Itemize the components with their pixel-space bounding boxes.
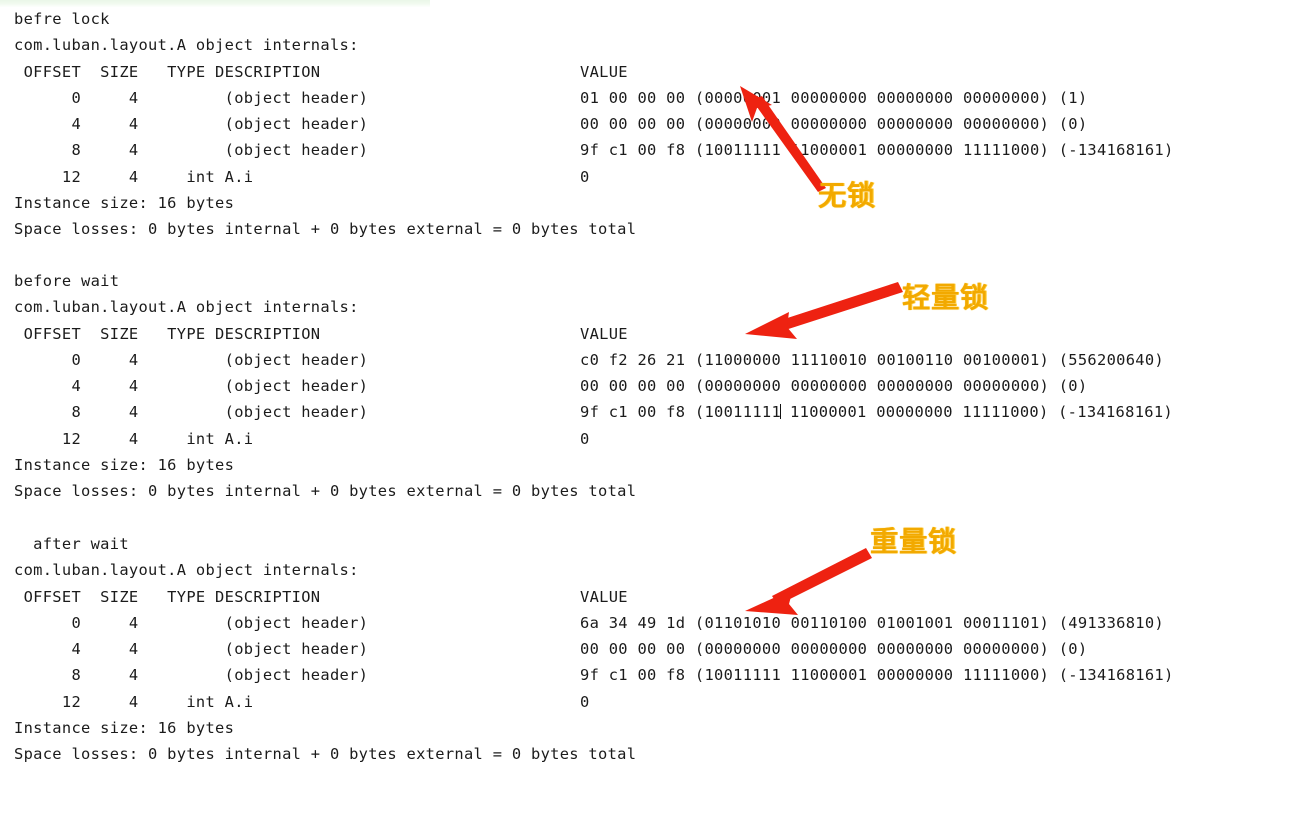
- row-left: 4 4 (object header): [14, 115, 369, 134]
- instance-size-label: Instance size: 16 bytes: [14, 719, 235, 738]
- block-header-line: after wait: [0, 531, 1308, 557]
- row-left: 8 4 (object header): [14, 666, 369, 685]
- console-output: befre lock com.luban.layout.A object int…: [0, 0, 1308, 784]
- jol-output-block: befre lock com.luban.layout.A object int…: [0, 6, 1308, 243]
- class-internals-label: com.luban.layout.A object internals:: [14, 36, 359, 55]
- class-internals-label: com.luban.layout.A object internals:: [14, 298, 359, 317]
- space-losses-label: Space losses: 0 bytes internal + 0 bytes…: [14, 482, 637, 501]
- table-row: 4 4 (object header) 00 00 00 00 (0000000…: [0, 636, 1308, 662]
- row-left: 4 4 (object header): [14, 377, 369, 396]
- row-left: 12 4 int A.i: [14, 429, 254, 448]
- row-left: 0 4 (object header): [14, 613, 369, 632]
- instance-size-line: Instance size: 16 bytes: [0, 715, 1308, 741]
- row-left: 0 4 (object header): [14, 88, 369, 107]
- row-value: 00 00 00 00 (00000000 00000000 00000000 …: [580, 377, 1088, 396]
- column-header-row: OFFSET SIZE TYPE DESCRIPTION VALUE: [0, 59, 1308, 85]
- row-value: 00 00 00 00 (00000000 00000000 00000000 …: [580, 115, 1088, 134]
- row-left: 12 4 int A.i: [14, 167, 254, 186]
- table-row: 8 4 (object header) 9f c1 00 f8 (1001111…: [0, 662, 1308, 688]
- space-losses-line: Space losses: 0 bytes internal + 0 bytes…: [0, 216, 1308, 242]
- block-header-label: befre lock: [14, 10, 110, 28]
- text-caret: [780, 404, 782, 420]
- table-row: 8 4 (object header) 9f c1 00 f8 (1001111…: [0, 399, 1308, 425]
- class-internals-line: com.luban.layout.A object internals:: [0, 557, 1308, 583]
- column-header-left: OFFSET SIZE TYPE DESCRIPTION: [14, 587, 321, 606]
- row-left: 0 4 (object header): [14, 350, 369, 369]
- column-header-value: VALUE: [580, 324, 628, 343]
- table-row: 12 4 int A.i 0: [0, 426, 1308, 452]
- instance-size-label: Instance size: 16 bytes: [14, 456, 235, 475]
- block-header-line: befre lock: [0, 6, 1308, 32]
- row-value: 0: [580, 429, 590, 448]
- class-internals-line: com.luban.layout.A object internals:: [0, 294, 1308, 320]
- row-value: 0: [580, 692, 590, 711]
- table-row: 4 4 (object header) 00 00 00 00 (0000000…: [0, 373, 1308, 399]
- row-value: 0: [580, 167, 590, 186]
- row-value: 9f c1 00 f8 (10011111 11000001 00000000 …: [580, 666, 1174, 685]
- block-header-line: before wait: [0, 268, 1308, 294]
- instance-size-label: Instance size: 16 bytes: [14, 194, 235, 213]
- table-row: 8 4 (object header) 9f c1 00 f8 (1001111…: [0, 137, 1308, 163]
- table-row: 0 4 (object header) c0 f2 26 21 (1100000…: [0, 347, 1308, 373]
- block-header-label: before wait: [14, 272, 120, 290]
- row-value: c0 f2 26 21 (11000000 11110010 00100110 …: [580, 350, 1165, 369]
- column-header-value: VALUE: [580, 62, 628, 81]
- column-header-left: OFFSET SIZE TYPE DESCRIPTION: [14, 324, 321, 343]
- table-row: 12 4 int A.i 0: [0, 689, 1308, 715]
- space-losses-line: Space losses: 0 bytes internal + 0 bytes…: [0, 741, 1308, 767]
- space-losses-line: Space losses: 0 bytes internal + 0 bytes…: [0, 478, 1308, 504]
- column-header-left: OFFSET SIZE TYPE DESCRIPTION: [14, 62, 321, 81]
- class-internals-label: com.luban.layout.A object internals:: [14, 561, 359, 580]
- class-internals-line: com.luban.layout.A object internals:: [0, 32, 1308, 58]
- row-value: 9f c1 00 f8 (10011111 11000001 00000000 …: [580, 141, 1174, 160]
- space-losses-label: Space losses: 0 bytes internal + 0 bytes…: [14, 745, 637, 764]
- jol-output-block: before wait com.luban.layout.A object in…: [0, 268, 1308, 505]
- row-left: 4 4 (object header): [14, 640, 369, 659]
- instance-size-line: Instance size: 16 bytes: [0, 452, 1308, 478]
- column-header-row: OFFSET SIZE TYPE DESCRIPTION VALUE: [0, 584, 1308, 610]
- row-value: 01 00 00 00 (00000001 00000000 00000000 …: [580, 88, 1088, 107]
- table-row: 0 4 (object header) 6a 34 49 1d (0110101…: [0, 610, 1308, 636]
- row-value: 6a 34 49 1d (01101010 00110100 01001001 …: [580, 613, 1165, 632]
- block-header-label: after wait: [14, 535, 129, 553]
- jol-output-block: after wait com.luban.layout.A object int…: [0, 531, 1308, 768]
- table-row: 0 4 (object header) 01 00 00 00 (0000000…: [0, 85, 1308, 111]
- row-left: 8 4 (object header): [14, 403, 369, 422]
- instance-size-line: Instance size: 16 bytes: [0, 190, 1308, 216]
- row-left: 8 4 (object header): [14, 141, 369, 160]
- column-header-value: VALUE: [580, 587, 628, 606]
- row-value: 00 00 00 00 (00000000 00000000 00000000 …: [580, 640, 1088, 659]
- table-row: 4 4 (object header) 00 00 00 00 (0000000…: [0, 111, 1308, 137]
- space-losses-label: Space losses: 0 bytes internal + 0 bytes…: [14, 220, 637, 239]
- row-value: 9f c1 00 f8 (10011111 11000001 00000000 …: [580, 403, 1174, 422]
- row-left: 12 4 int A.i: [14, 692, 254, 711]
- table-row: 12 4 int A.i 0: [0, 164, 1308, 190]
- column-header-row: OFFSET SIZE TYPE DESCRIPTION VALUE: [0, 321, 1308, 347]
